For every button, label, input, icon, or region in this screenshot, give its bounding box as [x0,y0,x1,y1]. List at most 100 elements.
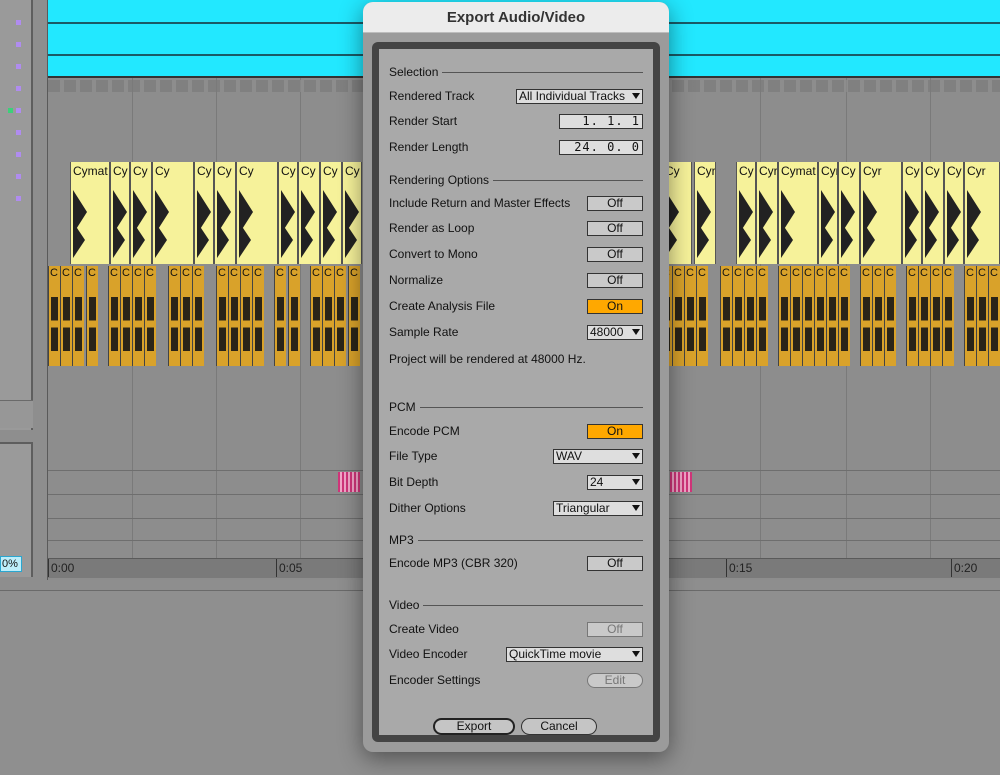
dither-select[interactable]: Triangular [553,501,643,516]
audio-clip-yellow[interactable]: Cyr [860,162,902,264]
include-return-toggle[interactable]: Off [587,196,643,211]
audio-clip-orange[interactable]: C [872,266,884,366]
audio-clip-orange[interactable]: C [274,266,286,366]
audio-clip-orange[interactable]: C [228,266,240,366]
audio-clip-orange[interactable]: C [860,266,872,366]
active-track-indicator[interactable] [8,108,13,113]
track-indicator[interactable] [16,86,21,91]
audio-clip-orange[interactable]: C [814,266,826,366]
encoder-settings-edit-button[interactable]: Edit [587,673,643,688]
audio-clip-yellow[interactable]: Cy [902,162,922,264]
audio-clip-orange[interactable]: C [838,266,850,366]
encode-mp3-toggle[interactable]: Off [587,556,643,571]
render-start-field[interactable]: 1. 1. 1 [559,114,643,129]
audio-clip-orange[interactable]: C [684,266,696,366]
analysis-file-toggle[interactable]: On [587,299,643,314]
export-button[interactable]: Export [433,718,515,735]
encode-pcm-toggle[interactable]: On [587,424,643,439]
clip-label: Cy [239,164,254,178]
audio-clip-yellow[interactable]: Cy [152,162,194,264]
audio-clip-orange[interactable]: C [696,266,708,366]
video-encoder-select[interactable]: QuickTime movie [506,647,643,662]
zoom-percent-field[interactable]: 0% [0,556,22,572]
normalize-toggle[interactable]: Off [587,273,643,288]
audio-clip-orange[interactable]: C [120,266,132,366]
audio-clip-orange[interactable]: C [790,266,802,366]
audio-clip-orange[interactable]: C [744,266,756,366]
audio-clip-orange[interactable]: C [48,266,60,366]
midi-notes[interactable] [670,472,692,492]
audio-clip-orange[interactable]: C [288,266,300,366]
audio-clip-yellow[interactable]: Cyr [964,162,1000,264]
audio-clip-orange[interactable]: C [930,266,942,366]
audio-clip-yellow[interactable]: Cy [214,162,236,264]
audio-clip-orange[interactable]: C [252,266,264,366]
track-indicator[interactable] [16,42,21,47]
render-loop-toggle[interactable]: Off [587,221,643,236]
audio-clip-orange[interactable]: C [778,266,790,366]
audio-clip-orange[interactable]: C [720,266,732,366]
cancel-button[interactable]: Cancel [521,718,597,735]
audio-clip-yellow[interactable]: Cyr [818,162,838,264]
audio-clip-yellow[interactable]: Cy [236,162,278,264]
audio-clip-yellow[interactable]: Cy [194,162,214,264]
audio-clip-orange[interactable]: C [826,266,838,366]
audio-clip-yellow[interactable]: Cy [130,162,152,264]
audio-clip-orange[interactable]: C [60,266,72,366]
file-type-select[interactable]: WAV [553,449,643,464]
audio-clip-orange[interactable]: C [240,266,252,366]
audio-clip-orange[interactable]: C [802,266,814,366]
audio-clip-yellow[interactable]: Cy [922,162,944,264]
audio-clip-orange[interactable]: C [180,266,192,366]
audio-clip-orange[interactable]: C [192,266,204,366]
audio-clip-orange[interactable]: C [86,266,98,366]
track-indicator[interactable] [16,64,21,69]
track-indicator[interactable] [16,152,21,157]
audio-clip-orange[interactable]: C [976,266,988,366]
track-indicator[interactable] [16,196,21,201]
audio-clip-orange[interactable]: C [672,266,684,366]
audio-clip-orange[interactable]: C [108,266,120,366]
sample-rate-select[interactable]: 48000 [587,325,643,340]
audio-clip-yellow[interactable]: Cy [298,162,320,264]
audio-clip-orange[interactable]: C [732,266,744,366]
audio-clip-yellow[interactable]: Cy [736,162,756,264]
bit-depth-select[interactable]: 24 [587,475,643,490]
audio-clip-yellow[interactable]: Cy [944,162,964,264]
audio-clip-orange[interactable]: C [884,266,896,366]
audio-clip-yellow[interactable]: Cy [110,162,130,264]
audio-clip-orange[interactable]: C [942,266,954,366]
audio-clip-orange[interactable]: C [918,266,930,366]
midi-notes[interactable] [338,472,360,492]
audio-clip-orange[interactable]: C [964,266,976,366]
render-length-field[interactable]: 24. 0. 0 [559,140,643,155]
audio-clip-orange[interactable]: C [168,266,180,366]
audio-clip-yellow[interactable]: Cy [278,162,298,264]
audio-clip-orange[interactable]: C [132,266,144,366]
create-video-toggle[interactable]: Off [587,622,643,637]
audio-clip-orange[interactable]: C [348,266,360,366]
audio-clip-orange[interactable]: C [216,266,228,366]
track-indicator[interactable] [16,174,21,179]
audio-clip-yellow[interactable]: Cyr [694,162,716,264]
audio-clip-orange[interactable]: C [334,266,346,366]
audio-clip-orange[interactable]: C [310,266,322,366]
audio-clip-yellow[interactable]: Cy [320,162,342,264]
audio-clip-yellow[interactable]: Cy [342,162,362,264]
track-indicator[interactable] [16,108,21,113]
convert-mono-toggle[interactable]: Off [587,247,643,262]
audio-clip-orange[interactable]: C [72,266,84,366]
audio-clip-yellow[interactable]: Cy [838,162,860,264]
audio-clip-orange[interactable]: C [144,266,156,366]
audio-clip-orange[interactable]: C [756,266,768,366]
audio-clip-orange[interactable]: C [906,266,918,366]
audio-clip-yellow[interactable]: Cyr [756,162,778,264]
track-indicator[interactable] [16,130,21,135]
audio-clip-orange[interactable]: C [988,266,1000,366]
rendered-track-select[interactable]: All Individual Tracks [516,89,643,104]
track-indicator[interactable] [16,20,21,25]
audio-clip-yellow[interactable]: Cymat [70,162,110,264]
audio-clip-yellow[interactable]: Cymat [778,162,818,264]
audio-clip-orange[interactable]: C [322,266,334,366]
waveform [255,290,262,358]
